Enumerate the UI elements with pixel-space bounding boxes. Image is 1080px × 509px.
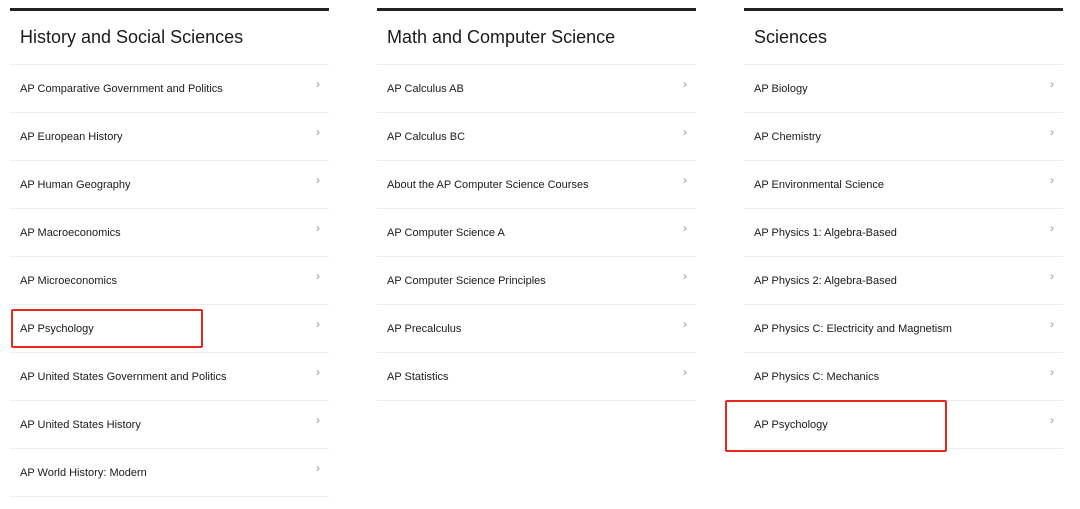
course-label: AP Physics C: Electricity and Magnetism xyxy=(754,322,952,335)
course-label: AP Calculus BC xyxy=(387,130,466,143)
course-label: AP United States Government and Politics xyxy=(20,370,227,383)
course-label: AP Physics 2: Algebra-Based xyxy=(754,274,897,287)
course-link[interactable]: About the AP Computer Science Courses › xyxy=(377,161,696,209)
course-link[interactable]: AP Statistics › xyxy=(377,353,696,401)
column-title: Math and Computer Science xyxy=(377,11,696,65)
category-column: Math and Computer Science AP Calculus AB ›… xyxy=(377,8,696,401)
category-column: Sciences AP Biology › AP Chemistry › AP Envir… xyxy=(744,8,1063,449)
course-link[interactable]: AP Environmental Science › xyxy=(744,161,1063,209)
course-label: AP European History xyxy=(20,130,123,143)
chevron-right-icon: › xyxy=(683,125,687,139)
chevron-right-icon: › xyxy=(316,77,320,91)
category-column: History and Social Sciences AP Comparativ… xyxy=(10,8,329,497)
chevron-right-icon: › xyxy=(683,173,687,187)
course-label: AP United States History xyxy=(20,418,141,431)
course-label: AP World History: Modern xyxy=(20,466,147,479)
chevron-right-icon: › xyxy=(316,269,320,283)
course-label: AP Physics C: Mechanics xyxy=(754,370,880,383)
course-link[interactable]: AP United States Government and Politics… xyxy=(10,353,329,401)
chevron-right-icon: › xyxy=(1050,77,1054,91)
course-label: AP Biology xyxy=(754,82,808,95)
chevron-right-icon: › xyxy=(316,413,320,427)
course-link[interactable]: AP Computer Science Principles › xyxy=(377,257,696,305)
course-label: AP Microeconomics xyxy=(20,274,117,287)
course-label: AP Physics 1: Algebra-Based xyxy=(754,226,897,239)
course-link[interactable]: AP European History › xyxy=(10,113,329,161)
column-title: History and Social Sciences xyxy=(10,11,329,65)
course-link[interactable]: AP Computer Science A › xyxy=(377,209,696,257)
course-label: AP Computer Science A xyxy=(387,226,505,239)
course-label: AP Computer Science Principles xyxy=(387,274,546,287)
course-link[interactable]: AP World History: Modern › xyxy=(10,449,329,497)
course-label: AP Calculus AB xyxy=(387,82,464,95)
chevron-right-icon: › xyxy=(683,365,687,379)
chevron-right-icon: › xyxy=(316,221,320,235)
course-label: AP Human Geography xyxy=(20,178,131,191)
chevron-right-icon: › xyxy=(683,317,687,331)
course-link[interactable]: AP Physics C: Electricity and Magnetism › xyxy=(744,305,1063,353)
course-link[interactable]: AP Physics 1: Algebra-Based › xyxy=(744,209,1063,257)
course-label: AP Chemistry xyxy=(754,130,822,143)
highlight-box-history-psychology xyxy=(11,309,203,348)
course-label: AP Precalculus xyxy=(387,322,462,335)
chevron-right-icon: › xyxy=(1050,317,1054,331)
course-link[interactable]: AP United States History › xyxy=(10,401,329,449)
chevron-right-icon: › xyxy=(316,365,320,379)
course-link[interactable]: AP Biology › xyxy=(744,65,1063,113)
course-link[interactable]: AP Macroeconomics › xyxy=(10,209,329,257)
course-link[interactable]: AP Precalculus › xyxy=(377,305,696,353)
course-label: About the AP Computer Science Courses xyxy=(387,178,589,191)
chevron-right-icon: › xyxy=(1050,413,1054,427)
course-label: AP Statistics xyxy=(387,370,449,383)
chevron-right-icon: › xyxy=(316,125,320,139)
chevron-right-icon: › xyxy=(683,269,687,283)
course-link[interactable]: AP Calculus BC › xyxy=(377,113,696,161)
chevron-right-icon: › xyxy=(1050,173,1054,187)
chevron-right-icon: › xyxy=(1050,269,1054,283)
chevron-right-icon: › xyxy=(683,77,687,91)
highlight-box-sciences-psychology xyxy=(725,400,947,452)
chevron-right-icon: › xyxy=(1050,365,1054,379)
course-link[interactable]: AP Chemistry › xyxy=(744,113,1063,161)
course-link[interactable]: AP Physics C: Mechanics › xyxy=(744,353,1063,401)
chevron-right-icon: › xyxy=(316,173,320,187)
course-label: AP Macroeconomics xyxy=(20,226,121,239)
column-title: Sciences xyxy=(744,11,1063,65)
chevron-right-icon: › xyxy=(316,317,320,331)
course-link[interactable]: AP Microeconomics › xyxy=(10,257,329,305)
course-link[interactable]: AP Calculus AB › xyxy=(377,65,696,113)
course-label: AP Comparative Government and Politics xyxy=(20,82,223,95)
course-link[interactable]: AP Human Geography › xyxy=(10,161,329,209)
chevron-right-icon: › xyxy=(316,461,320,475)
course-link[interactable]: AP Physics 2: Algebra-Based › xyxy=(744,257,1063,305)
chevron-right-icon: › xyxy=(1050,221,1054,235)
course-link[interactable]: AP Comparative Government and Politics › xyxy=(10,65,329,113)
chevron-right-icon: › xyxy=(683,221,687,235)
chevron-right-icon: › xyxy=(1050,125,1054,139)
course-label: AP Environmental Science xyxy=(754,178,885,191)
